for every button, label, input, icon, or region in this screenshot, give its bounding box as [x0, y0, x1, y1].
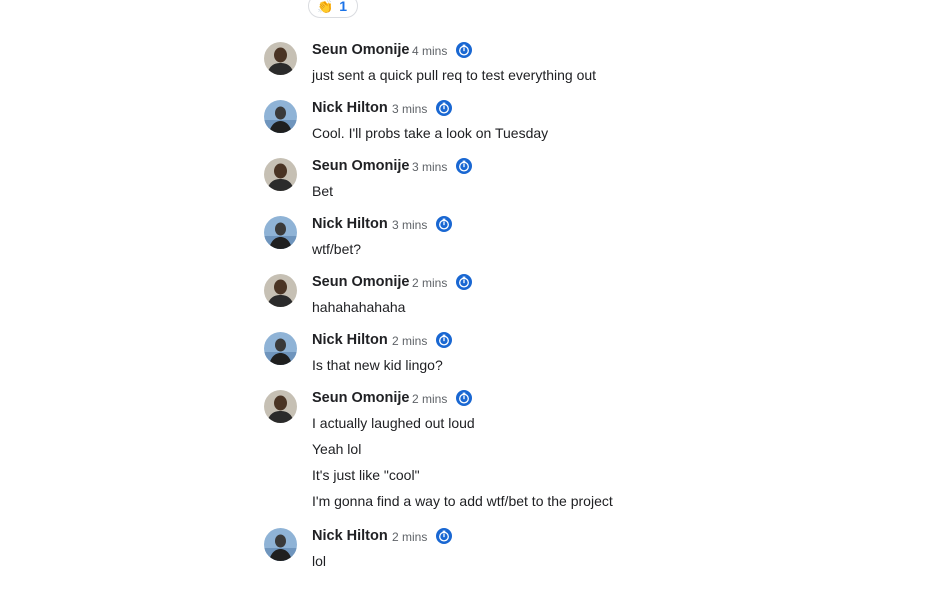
message-text: It's just like "cool": [312, 467, 420, 483]
message-text: I'm gonna find a way to add wtf/bet to t…: [312, 493, 613, 509]
timestamp: 4 mins: [412, 44, 448, 58]
reaction-chip[interactable]: 👏 1: [308, 0, 358, 18]
author-name[interactable]: Nick Hilton: [312, 331, 388, 349]
author-name[interactable]: Seun Omonije: [312, 273, 410, 291]
author-name[interactable]: Nick Hilton: [312, 215, 388, 233]
timestamp: 3 mins: [392, 102, 428, 116]
author-name[interactable]: Seun Omonije: [312, 41, 410, 59]
message-text: hahahahahaha: [312, 299, 406, 315]
message-text: Is that new kid lingo?: [312, 357, 443, 373]
timer-icon: [456, 390, 472, 406]
message-text: Bet: [312, 183, 334, 199]
avatar[interactable]: [264, 390, 297, 423]
timer-icon: [436, 216, 452, 232]
avatar[interactable]: [264, 332, 297, 365]
avatar[interactable]: [264, 274, 297, 307]
avatar[interactable]: [264, 100, 297, 133]
avatar[interactable]: [264, 42, 297, 75]
timestamp: 2 mins: [392, 334, 428, 348]
timer-icon: [436, 100, 452, 116]
message-text: Cool. I'll probs take a look on Tuesday: [312, 125, 549, 141]
timer-icon: [456, 158, 472, 174]
timer-icon: [436, 332, 452, 348]
timer-icon: [436, 528, 452, 544]
message-text: lol: [312, 553, 327, 569]
avatar[interactable]: [264, 216, 297, 249]
timer-icon: [456, 274, 472, 290]
timestamp: 3 mins: [392, 218, 428, 232]
timestamp: 2 mins: [392, 530, 428, 544]
avatar[interactable]: [264, 528, 297, 561]
author-name[interactable]: Nick Hilton: [312, 99, 388, 117]
author-name[interactable]: Seun Omonije: [312, 389, 410, 407]
message-text: Yeah lol: [312, 441, 362, 457]
clapping-hands-emoji: 👏: [317, 0, 334, 14]
message-text: wtf/bet?: [312, 241, 362, 257]
timestamp: 2 mins: [412, 392, 448, 406]
timestamp: 2 mins: [412, 276, 448, 290]
author-name[interactable]: Nick Hilton: [312, 527, 388, 545]
timestamp: 3 mins: [412, 160, 448, 174]
avatar[interactable]: [264, 158, 297, 191]
timer-icon: [456, 42, 472, 58]
reaction-count: 1: [339, 0, 347, 14]
message-text: just sent a quick pull req to test every…: [312, 67, 597, 83]
message-text: I actually laughed out loud: [312, 415, 475, 431]
author-name[interactable]: Seun Omonije: [312, 157, 410, 175]
